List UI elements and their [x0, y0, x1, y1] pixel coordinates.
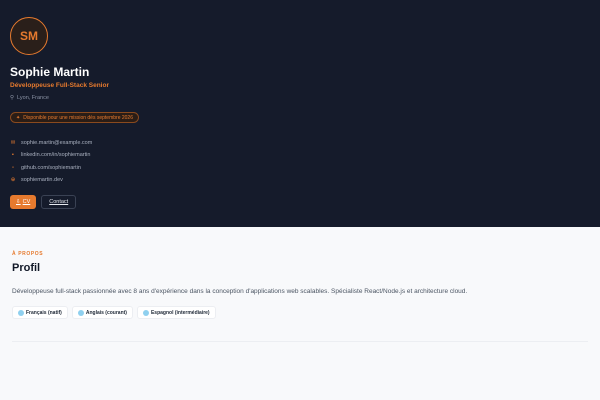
availability-text: Disponible pour une mission dès septembr…	[23, 114, 133, 121]
location-text: Lyon, France	[17, 95, 49, 101]
language-label: Anglais (courant)	[85, 309, 127, 316]
location-pin-icon: ⚲	[10, 95, 15, 101]
avatar: SM	[10, 17, 48, 55]
globe-icon	[18, 309, 24, 316]
globe-icon: ⊕	[10, 177, 16, 184]
contact-github[interactable]: ▫ github.com/sophiemartin	[10, 162, 92, 174]
download-cv-button[interactable]: ⇩ CV	[10, 195, 37, 209]
language-chip-spanish: Espagnol (intermédiaire)	[136, 306, 216, 319]
about-section: À PROPOS Profil Développeuse full-stack …	[0, 227, 600, 400]
contact-email-text[interactable]: sophie.martin@example.com	[21, 140, 92, 146]
contact-button[interactable]: Contact	[41, 195, 77, 209]
cv-button-label: CV	[22, 199, 31, 205]
contact-email[interactable]: ✉ sophie.martin@example.com	[10, 137, 93, 149]
action-buttons: ⇩ CV Contact	[10, 195, 77, 209]
section-divider	[12, 341, 588, 342]
profile-name: Sophie Martin	[10, 65, 90, 79]
section-title: Profil	[12, 262, 41, 274]
linkedin-icon: ▪	[12, 152, 14, 159]
contact-linkedin-text[interactable]: linkedin.com/in/sophiemartin	[21, 152, 90, 158]
contact-list: ✉ sophie.martin@example.com ▪ linkedin.c…	[10, 137, 93, 186]
contact-linkedin[interactable]: ▪ linkedin.com/in/sophiemartin	[10, 149, 92, 161]
language-chip-french: Français (natif)	[12, 306, 68, 319]
contact-website[interactable]: ⊕ sophiemartin.dev	[10, 174, 92, 186]
download-icon: ⇩	[16, 199, 21, 205]
mail-icon: ✉	[10, 140, 16, 147]
language-list: Français (natif) Anglais (courant) Espag…	[12, 306, 216, 319]
language-chip-english: Anglais (courant)	[71, 306, 133, 319]
profile-location: ⚲ Lyon, France	[10, 95, 49, 101]
globe-icon	[142, 309, 149, 316]
profile-header: SM Sophie Martin Développeuse Full-Stack…	[0, 0, 600, 227]
section-eyebrow: À PROPOS	[12, 251, 44, 257]
language-label: Espagnol (intermédiaire)	[150, 309, 210, 316]
contact-website-text[interactable]: sophiemartin.dev	[21, 177, 63, 183]
github-icon: ▫	[12, 164, 14, 171]
profile-bio: Développeuse full-stack passionnée avec …	[12, 288, 468, 295]
availability-badge: ✦ Disponible pour une mission dès septem…	[10, 112, 139, 123]
contact-github-text[interactable]: github.com/sophiemartin	[21, 165, 81, 171]
profile-role: Développeuse Full-Stack Senior	[10, 82, 109, 89]
sparkle-icon: ✦	[16, 114, 21, 121]
language-label: Français (natif)	[26, 309, 62, 316]
globe-icon	[77, 309, 84, 316]
